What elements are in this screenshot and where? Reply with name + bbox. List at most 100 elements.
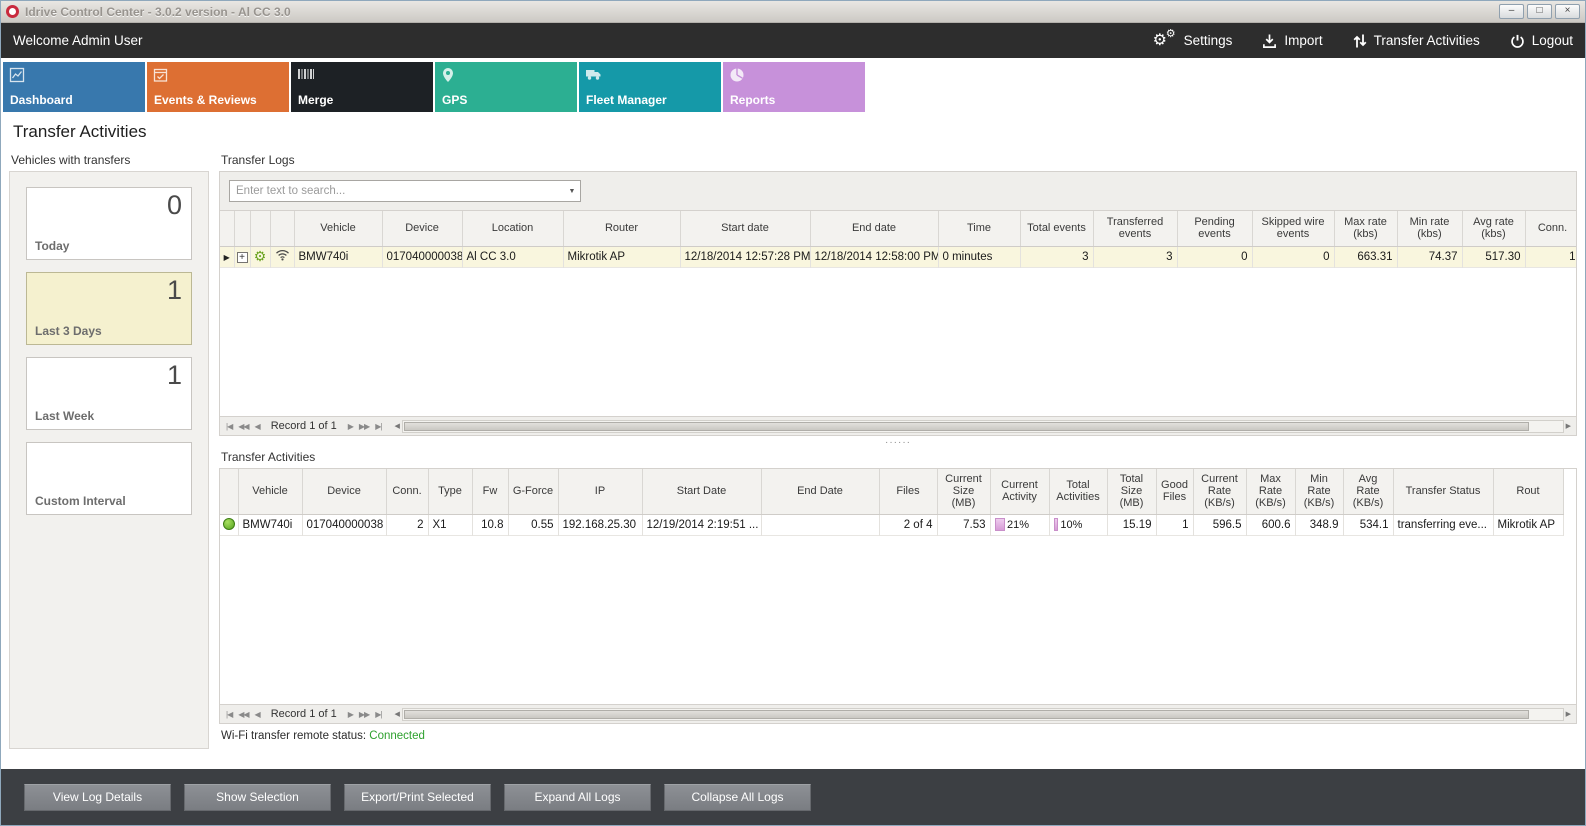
col-files[interactable]: Files (879, 469, 937, 514)
prev-page-button[interactable]: ◀ (252, 710, 263, 719)
col-min-rate[interactable]: Min Rate (KB/s) (1295, 469, 1343, 514)
scrollbar-thumb[interactable] (404, 710, 1529, 719)
fast-prev-button[interactable]: ◀◀ (235, 422, 251, 431)
export-print-selected-button[interactable]: Export/Print Selected (344, 784, 491, 811)
col-fw[interactable]: Fw (472, 469, 508, 514)
settings-button[interactable]: ⚙⚙ Settings (1153, 31, 1233, 51)
transfer-activities-table: Vehicle Device Conn. Type Fw G-Force IP … (220, 469, 1564, 536)
tab-merge[interactable]: Merge (291, 62, 433, 112)
last-week-label: Last Week (35, 409, 94, 423)
tab-events-reviews[interactable]: Events & Reviews (147, 62, 289, 112)
col-transferred-events[interactable]: Transferred events (1093, 211, 1177, 246)
search-input[interactable] (230, 185, 564, 197)
scroll-left-icon[interactable]: ◀ (392, 710, 401, 718)
col-conn[interactable]: Conn. (1525, 211, 1576, 246)
fast-prev-button[interactable]: ◀◀ (235, 710, 251, 719)
col-device[interactable]: Device (382, 211, 462, 246)
col-max-rate[interactable]: Max Rate (KB/s) (1246, 469, 1295, 514)
col-good-files[interactable]: Good Files (1156, 469, 1193, 514)
first-page-button[interactable]: |◀ (223, 710, 235, 719)
col-vehicle[interactable]: Vehicle (294, 211, 382, 246)
horizontal-scrollbar[interactable]: ◀ ▶ (392, 707, 1573, 721)
col-skipped-wire-events[interactable]: Skipped wire events (1252, 211, 1334, 246)
cell-good-files: 1 (1156, 514, 1193, 535)
transfer-activities-button[interactable]: Transfer Activities (1353, 33, 1480, 49)
col-total-events[interactable]: Total events (1020, 211, 1093, 246)
top-menu-bar: Welcome Admin User ⚙⚙ Settings Import Tr… (1, 23, 1585, 58)
expand-all-logs-button[interactable]: Expand All Logs (504, 784, 651, 811)
last-page-button[interactable]: ▶| (372, 422, 384, 431)
scrollbar-thumb[interactable] (404, 422, 1529, 431)
wifi-transfer-status: Wi-Fi transfer remote status: Connected (221, 730, 1577, 742)
scrollbar-track[interactable] (402, 708, 1564, 721)
next-page-button[interactable]: ▶ (345, 710, 356, 719)
scrollbar-track[interactable] (402, 420, 1564, 433)
activity-row[interactable]: BMW740i 017040000038 2 X1 10.8 0.55 192.… (220, 514, 1563, 535)
tab-gps[interactable]: GPS (435, 62, 577, 112)
panel-splitter[interactable]: ······ (219, 436, 1577, 448)
cell-conn: 1 (1525, 246, 1576, 267)
col-transfer-status[interactable]: Transfer Status (1393, 469, 1493, 514)
col-total-activities[interactable]: Total Activities (1049, 469, 1107, 514)
horizontal-scrollbar[interactable]: ◀ ▶ (392, 419, 1573, 433)
scroll-right-icon[interactable]: ▶ (1564, 422, 1573, 430)
col-total-size[interactable]: Total Size (MB) (1107, 469, 1156, 514)
filter-card-custom-interval[interactable]: Custom Interval (26, 442, 192, 515)
col-current-rate[interactable]: Current Rate (KB/s) (1193, 469, 1246, 514)
col-end-date[interactable]: End Date (761, 469, 879, 514)
col-start-date[interactable]: Start Date (642, 469, 761, 514)
col-device[interactable]: Device (302, 469, 386, 514)
nav-tiles: Dashboard Events & Reviews Merge GPS Fle… (1, 58, 1585, 112)
col-max-rate[interactable]: Max rate (kbs) (1334, 211, 1397, 246)
import-button[interactable]: Import (1262, 33, 1322, 49)
cell-current-activity: 21% (990, 514, 1049, 535)
first-page-button[interactable]: |◀ (223, 422, 235, 431)
col-ip[interactable]: IP (558, 469, 642, 514)
maximize-button[interactable]: □ (1527, 4, 1552, 19)
scroll-left-icon[interactable]: ◀ (392, 422, 401, 430)
close-button[interactable]: × (1555, 4, 1580, 19)
merge-barcode-icon (297, 67, 315, 81)
col-location[interactable]: Location (462, 211, 563, 246)
dropdown-arrow-icon[interactable]: ▼ (564, 188, 580, 195)
col-current-activity[interactable]: Current Activity (990, 469, 1049, 514)
today-count: 0 (167, 190, 182, 221)
last-page-button[interactable]: ▶| (372, 710, 384, 719)
col-pending-events[interactable]: Pending events (1177, 211, 1252, 246)
col-end-date[interactable]: End date (810, 211, 938, 246)
col-conn[interactable]: Conn. (386, 469, 428, 514)
collapse-all-logs-button[interactable]: Collapse All Logs (664, 784, 811, 811)
col-router[interactable]: Router (563, 211, 680, 246)
cell-total-activities: 10% (1049, 514, 1107, 535)
show-selection-button[interactable]: Show Selection (184, 784, 331, 811)
filter-card-last-3-days[interactable]: 1 Last 3 Days (26, 272, 192, 345)
fast-next-button[interactable]: ▶▶ (356, 422, 372, 431)
col-current-size[interactable]: Current Size (MB) (937, 469, 990, 514)
fast-next-button[interactable]: ▶▶ (356, 710, 372, 719)
filter-card-last-week[interactable]: 1 Last Week (26, 357, 192, 430)
minimize-button[interactable]: – (1499, 4, 1524, 19)
col-min-rate[interactable]: Min rate (kbs) (1397, 211, 1462, 246)
col-type[interactable]: Type (428, 469, 472, 514)
col-time[interactable]: Time (938, 211, 1020, 246)
tab-fleet-manager[interactable]: Fleet Manager (579, 62, 721, 112)
next-page-button[interactable]: ▶ (345, 422, 356, 431)
search-combobox[interactable]: ▼ (229, 180, 581, 202)
log-row[interactable]: ▶ + ⚙ BMW740i 017040000038 Al CC 3.0 Mik… (220, 246, 1576, 267)
window-titlebar[interactable]: Idrive Control Center - 3.0.2 version - … (1, 1, 1585, 23)
tab-dashboard[interactable]: Dashboard (3, 62, 145, 112)
prev-page-button[interactable]: ◀ (252, 422, 263, 431)
filter-card-today[interactable]: 0 Today (26, 187, 192, 260)
scroll-right-icon[interactable]: ▶ (1564, 710, 1573, 718)
col-avg-rate[interactable]: Avg rate (kbs) (1462, 211, 1525, 246)
col-start-date[interactable]: Start date (680, 211, 810, 246)
col-gforce[interactable]: G-Force (508, 469, 558, 514)
view-log-details-button[interactable]: View Log Details (24, 784, 171, 811)
col-vehicle[interactable]: Vehicle (238, 469, 302, 514)
power-icon (1510, 33, 1525, 49)
col-avg-rate[interactable]: Avg Rate (KB/s) (1343, 469, 1393, 514)
tab-reports[interactable]: Reports (723, 62, 865, 112)
logout-button[interactable]: Logout (1510, 33, 1573, 49)
col-router[interactable]: Rout (1493, 469, 1563, 514)
expand-row-icon[interactable]: + (237, 252, 248, 263)
